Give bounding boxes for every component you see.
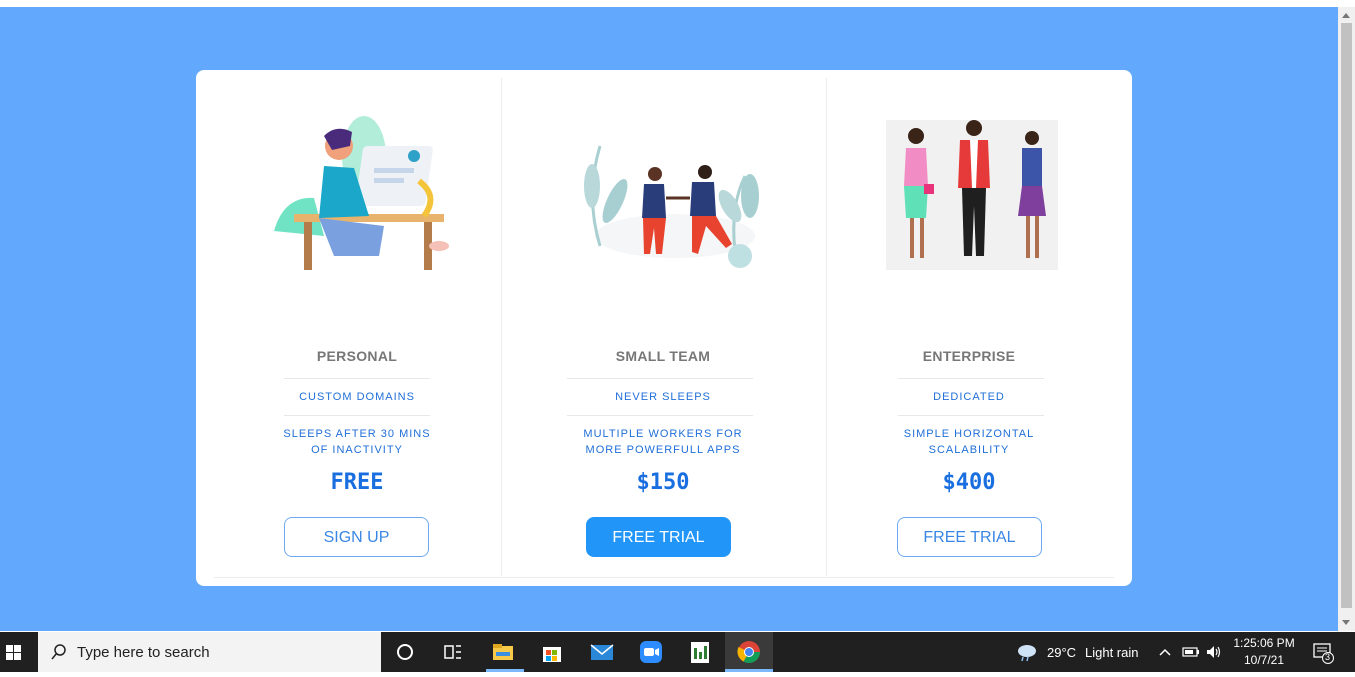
mail-icon[interactable] xyxy=(588,638,616,666)
search-placeholder: Type here to search xyxy=(77,644,210,661)
plan-enterprise: ENTERPRISE DEDICATED SIMPLE HORIZONTAL S… xyxy=(816,70,1122,586)
plan-price: FREE xyxy=(330,470,384,495)
plan-name: PERSONAL xyxy=(316,348,398,364)
file-explorer-icon[interactable] xyxy=(489,638,517,666)
cortana-icon[interactable] xyxy=(391,638,419,666)
plan-feature: SIMPLE HORIZONTAL SCALABILITY xyxy=(816,426,1122,458)
weather-description[interactable]: Light rain xyxy=(1085,645,1138,660)
plan-feature: NEVER SLEEPS xyxy=(615,391,711,403)
business-people-illustration xyxy=(886,120,1058,270)
plan-feature: DEDICATED xyxy=(933,391,1005,403)
taskbar-search-box[interactable]: Type here to search xyxy=(38,632,381,672)
scrollbar-thumb[interactable] xyxy=(1341,23,1352,608)
volume-icon[interactable] xyxy=(1205,644,1223,660)
plan-name: ENTERPRISE xyxy=(922,348,1016,364)
taskbar: Type here to search 29°C Light rain 1:25… xyxy=(0,632,1355,672)
plan-feature: CUSTOM DOMAINS xyxy=(299,391,415,403)
team-handshake-illustration xyxy=(584,145,759,268)
weather-temperature[interactable]: 29°C xyxy=(1047,645,1076,660)
search-icon xyxy=(51,644,66,660)
plan-feature-line: SLEEPS AFTER 30 MINS xyxy=(283,428,431,440)
system-clock[interactable]: 1:25:06 PM 10/7/21 xyxy=(1226,635,1302,669)
start-button[interactable] xyxy=(0,632,36,672)
plan-small-team: SMALL TEAM NEVER SLEEPS MULTIPLE WORKERS… xyxy=(510,70,816,586)
plan-feature-line: MULTIPLE WORKERS FOR xyxy=(583,428,743,440)
plan-price: $400 xyxy=(942,470,996,495)
plan-feature-line: OF INACTIVITY xyxy=(311,444,403,456)
chrome-icon[interactable] xyxy=(735,638,763,666)
divider xyxy=(284,415,430,416)
plan-feature-line: MORE POWERFULL APPS xyxy=(585,444,741,456)
plan-feature: MULTIPLE WORKERS FOR MORE POWERFULL APPS xyxy=(510,426,816,458)
plan-feature: SLEEPS AFTER 30 MINS OF INACTIVITY xyxy=(204,426,510,458)
free-trial-button[interactable]: FREE TRIAL xyxy=(897,517,1042,557)
notepad-icon[interactable] xyxy=(686,638,714,666)
clock-date: 10/7/21 xyxy=(1243,653,1285,667)
battery-icon[interactable] xyxy=(1182,646,1200,658)
divider xyxy=(567,415,753,416)
developer-at-desk-illustration xyxy=(274,116,449,270)
divider xyxy=(898,378,1044,379)
plan-feature-line: SIMPLE HORIZONTAL xyxy=(903,428,1035,440)
divider xyxy=(284,378,430,379)
notification-center-icon[interactable] xyxy=(1312,642,1336,664)
vertical-scrollbar[interactable] xyxy=(1338,7,1355,631)
free-trial-button[interactable]: FREE TRIAL xyxy=(586,517,731,557)
plan-feature-line: SCALABILITY xyxy=(928,444,1010,456)
store-icon[interactable] xyxy=(538,638,566,666)
pricing-card: PERSONAL CUSTOM DOMAINS SLEEPS AFTER 30 … xyxy=(196,70,1132,586)
plan-personal: PERSONAL CUSTOM DOMAINS SLEEPS AFTER 30 … xyxy=(204,70,510,586)
divider xyxy=(898,415,1044,416)
notification-count-badge: 3 xyxy=(1325,652,1331,662)
zoom-icon[interactable] xyxy=(637,638,665,666)
clock-time: 1:25:06 PM xyxy=(1233,636,1295,650)
cloud-rain-icon[interactable] xyxy=(1015,642,1039,662)
scroll-up-arrow-icon[interactable] xyxy=(1342,13,1350,18)
scroll-down-arrow-icon[interactable] xyxy=(1342,620,1350,625)
sign-up-button[interactable]: SIGN UP xyxy=(284,517,429,557)
plan-name: SMALL TEAM xyxy=(615,348,711,364)
task-view-icon[interactable] xyxy=(439,638,467,666)
chevron-up-icon[interactable] xyxy=(1158,646,1172,658)
windows-logo-icon xyxy=(6,645,21,660)
plan-price: $150 xyxy=(636,470,690,495)
divider xyxy=(567,378,753,379)
